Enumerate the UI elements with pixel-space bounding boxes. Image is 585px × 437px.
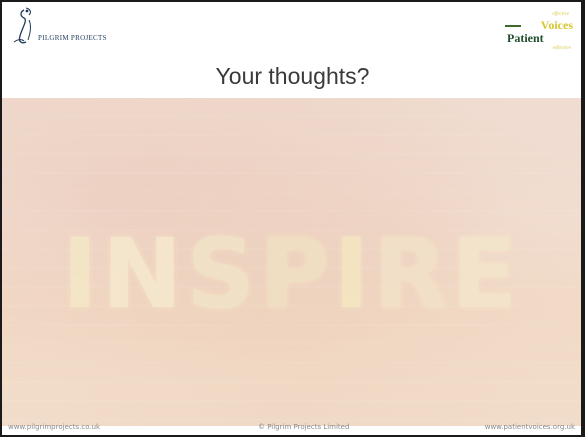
footer-patientvoices-url[interactable]: www.patientvoices.org.uk <box>485 423 575 431</box>
patient-voices-logo: effective Voices Patient reflective <box>501 12 573 60</box>
logo-word-reflective: reflective <box>552 46 571 51</box>
footer-copyright: © Pilgrim Projects Limited <box>258 423 350 431</box>
inspire-letter: I <box>62 218 102 330</box>
background-photo: INSPIRE <box>2 98 581 426</box>
logo-word-patient: Patient <box>507 31 544 45</box>
inspire-letter: I <box>333 218 374 330</box>
slide-footer: www.pilgrimprojects.co.uk © Pilgrim Proj… <box>8 423 575 435</box>
logo-word-effective: effective <box>552 12 569 17</box>
inspire-letter: E <box>451 218 521 330</box>
slide: INSPIRE PILGRIM PROJECTS effective Voice… <box>0 0 585 437</box>
inspire-letter: N <box>101 218 187 330</box>
footer-pilgrim-url[interactable]: www.pilgrimprojects.co.uk <box>8 423 100 431</box>
inspire-letter: R <box>373 218 452 330</box>
logo-word-voices: Voices <box>540 18 573 32</box>
brand-name: PILGRIM PROJECTS <box>38 34 107 42</box>
logo-underline <box>505 25 521 27</box>
slide-title: Your thoughts? <box>215 63 370 89</box>
inspire-letter: P <box>259 218 334 330</box>
pilgrim-projects-logo: PILGRIM PROJECTS <box>10 6 120 48</box>
inspire-lettering: INSPIRE <box>2 226 581 322</box>
inspire-letter: S <box>186 218 260 330</box>
